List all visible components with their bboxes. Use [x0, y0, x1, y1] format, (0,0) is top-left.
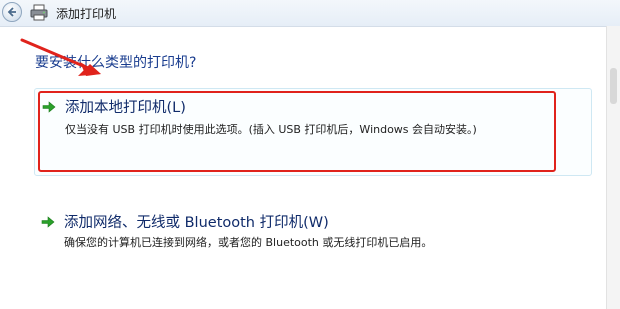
printer-icon [30, 4, 48, 21]
option-description: 确保您的计算机已连接到网络，或者您的 Bluetooth 或无线打印机已启用。 [64, 236, 433, 249]
page-prompt: 要安装什么类型的打印机? [35, 55, 197, 71]
back-arrow-icon [7, 7, 16, 17]
scrollbar-thumb[interactable] [610, 68, 617, 104]
option-description: 仅当没有 USB 打印机时使用此选项。(插入 USB 打印机后，Windows … [65, 123, 477, 136]
option-title: 添加本地打印机(L) [65, 100, 186, 116]
vertical-scrollbar[interactable] [606, 26, 620, 309]
add-local-printer-option[interactable]: 添加本地打印机(L) 仅当没有 USB 打印机时使用此选项。(插入 USB 打印… [34, 88, 592, 176]
window-title: 添加打印机 [56, 7, 117, 21]
back-button[interactable] [2, 2, 22, 22]
title-bar: 添加打印机 [0, 0, 620, 27]
green-arrow-icon [42, 101, 56, 113]
option-title: 添加网络、无线或 Bluetooth 打印机(W) [64, 215, 329, 231]
green-arrow-icon [41, 216, 55, 228]
add-network-printer-option[interactable]: 添加网络、无线或 Bluetooth 打印机(W) 确保您的计算机已连接到网络，… [34, 204, 592, 264]
